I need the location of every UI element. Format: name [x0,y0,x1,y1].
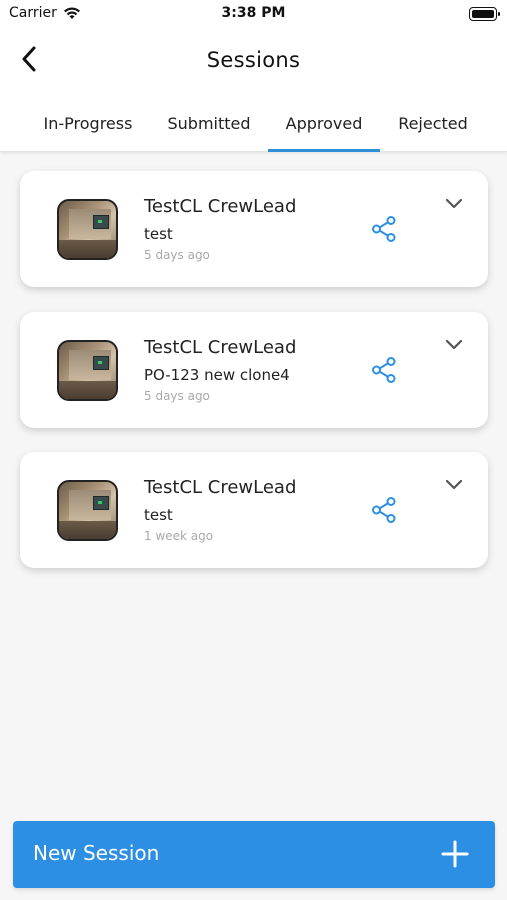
chevron-down-icon [445,339,463,350]
session-description: test [144,506,173,524]
session-timestamp: 5 days ago [144,248,210,262]
status-time: 3:38 PM [221,5,286,21]
tab-in-progress[interactable]: In-Progress [32,112,144,152]
tab-label: Approved [285,114,363,133]
battery-icon [469,7,500,21]
session-thumbnail [57,340,118,401]
session-description: test [144,225,173,243]
new-session-label: New Session [33,841,160,865]
page-title: Sessions [206,48,301,72]
session-timestamp: 1 week ago [144,529,214,543]
session-card[interactable]: TestCL CrewLead test 5 days ago [20,171,488,287]
tab-label: Rejected [398,114,468,133]
chevron-down-icon [445,198,463,209]
share-icon [372,216,396,242]
status-bar: Carrier 3:38 PM [0,0,507,30]
header: Sessions In-Progress Submitted Approved … [0,30,507,152]
expand-button[interactable] [443,195,465,213]
session-card[interactable]: TestCL CrewLead test 1 week ago [20,452,488,568]
session-author: TestCL CrewLead [144,337,297,358]
expand-button[interactable] [443,476,465,494]
share-button[interactable] [370,496,398,524]
tab-submitted[interactable]: Submitted [158,112,260,152]
tab-label: Submitted [167,114,251,133]
session-thumbnail [57,199,118,260]
session-card[interactable]: TestCL CrewLead PO-123 new clone4 5 days… [20,312,488,428]
expand-button[interactable] [443,336,465,354]
new-session-button[interactable]: New Session [13,821,495,888]
share-icon [372,357,396,383]
tab-rejected[interactable]: Rejected [388,112,478,152]
share-button[interactable] [370,356,398,384]
session-thumbnail [57,480,118,541]
share-button[interactable] [370,215,398,243]
session-author: TestCL CrewLead [144,196,297,217]
tab-approved[interactable]: Approved [268,112,380,152]
active-tab-indicator [268,149,380,152]
sessions-screen: Carrier 3:38 PM Sessions In-Progress Sub… [0,0,507,900]
chevron-down-icon [445,479,463,490]
session-timestamp: 5 days ago [144,389,210,403]
tab-bar: In-Progress Submitted Approved Rejected [0,110,507,152]
session-author: TestCL CrewLead [144,477,297,498]
plus-icon [441,840,469,868]
session-description: PO-123 new clone4 [144,366,290,384]
tab-label: In-Progress [43,114,133,133]
share-icon [372,497,396,523]
